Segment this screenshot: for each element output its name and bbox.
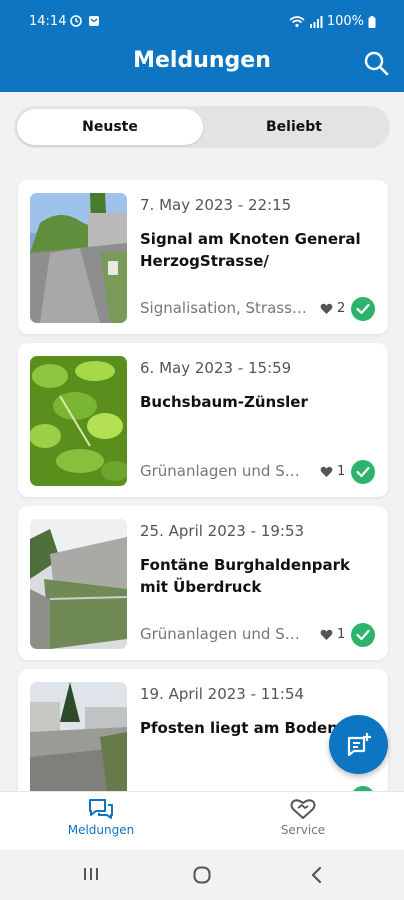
new-report-button[interactable]: [329, 715, 388, 774]
status-bar: 14:14 100%: [0, 0, 404, 44]
report-category: Grünanlagen und Spielplätze: [140, 462, 308, 480]
system-navigation-bar: [0, 850, 404, 900]
report-title: Buchsbaum-Zünsler: [140, 393, 308, 411]
heart-icon: [320, 466, 333, 477]
report-category: Signalisation, Strassenbeleuchtung: [140, 299, 308, 317]
heart-icon: [320, 303, 333, 314]
report-photo: [30, 193, 127, 323]
report-date: 7. May 2023 - 22:15: [140, 196, 292, 214]
report-date: 6. May 2023 - 15:59: [140, 359, 292, 377]
nav-item-service[interactable]: Service: [233, 798, 373, 837]
sync-icon: [70, 15, 82, 27]
notification-icons: [70, 15, 100, 27]
like-count[interactable]: 1: [320, 464, 345, 479]
report-date: 19. April 2023 - 11:54: [140, 685, 305, 703]
nav-label-service: Service: [280, 823, 326, 837]
like-count-value: 1: [337, 464, 346, 479]
wifi-icon: [289, 15, 305, 27]
page-title: Meldungen: [133, 48, 271, 73]
signal-icon: [309, 15, 323, 28]
report-category: Grünanlagen und Spielplätze: [140, 625, 308, 643]
home-icon[interactable]: [193, 866, 211, 884]
like-count-value: 1: [337, 627, 346, 642]
tab-popular[interactable]: Beliebt: [201, 109, 387, 145]
report-list[interactable]: 7. May 2023 - 22:15 Signal am Knoten Gen…: [0, 178, 404, 791]
resolved-check-icon: [351, 460, 375, 484]
report-card[interactable]: 6. May 2023 - 15:59 Buchsbaum-Zünsler Gr…: [18, 343, 388, 497]
nav-item-reports[interactable]: Meldungen: [31, 798, 171, 837]
heart-icon: [320, 629, 333, 640]
message-icon: [89, 16, 99, 26]
report-title: Fontäne Burghaldenpark mit Überdruck: [140, 556, 350, 596]
add-comment-icon: [347, 732, 371, 756]
search-icon[interactable]: [362, 49, 390, 77]
report-card[interactable]: 7. May 2023 - 22:15 Signal am Knoten Gen…: [18, 180, 388, 334]
battery-icon: [368, 15, 376, 28]
back-icon[interactable]: [310, 866, 322, 884]
status-time: 14:14: [29, 14, 67, 29]
tab-newest[interactable]: Neuste: [17, 109, 203, 145]
bottom-navigation: Meldungen Service: [0, 791, 404, 850]
chat-bubbles-icon: [89, 799, 113, 819]
battery-percent: 100%: [326, 14, 364, 29]
report-photo: [30, 356, 127, 486]
status-right: 100%: [289, 14, 376, 29]
recent-apps-icon[interactable]: [82, 866, 100, 882]
app-header: 14:14 100% Meldungen: [0, 0, 404, 92]
sort-tabs: Neuste Beliebt: [14, 106, 390, 148]
report-title: Signal am Knoten General HerzogStrasse/: [140, 230, 361, 270]
report-date: 25. April 2023 - 19:53: [140, 522, 305, 540]
like-count-value: 2: [337, 301, 346, 316]
like-count[interactable]: 1: [320, 627, 345, 642]
report-card[interactable]: 25. April 2023 - 19:53 Fontäne Burghalde…: [18, 506, 388, 660]
like-count[interactable]: 2: [320, 301, 345, 316]
report-photo: [30, 519, 127, 649]
heart-handshake-icon: [290, 799, 316, 819]
resolved-check-icon: [351, 623, 375, 647]
report-photo: [30, 682, 127, 791]
nav-label-reports: Meldungen: [67, 823, 135, 837]
resolved-check-icon: [351, 297, 375, 321]
